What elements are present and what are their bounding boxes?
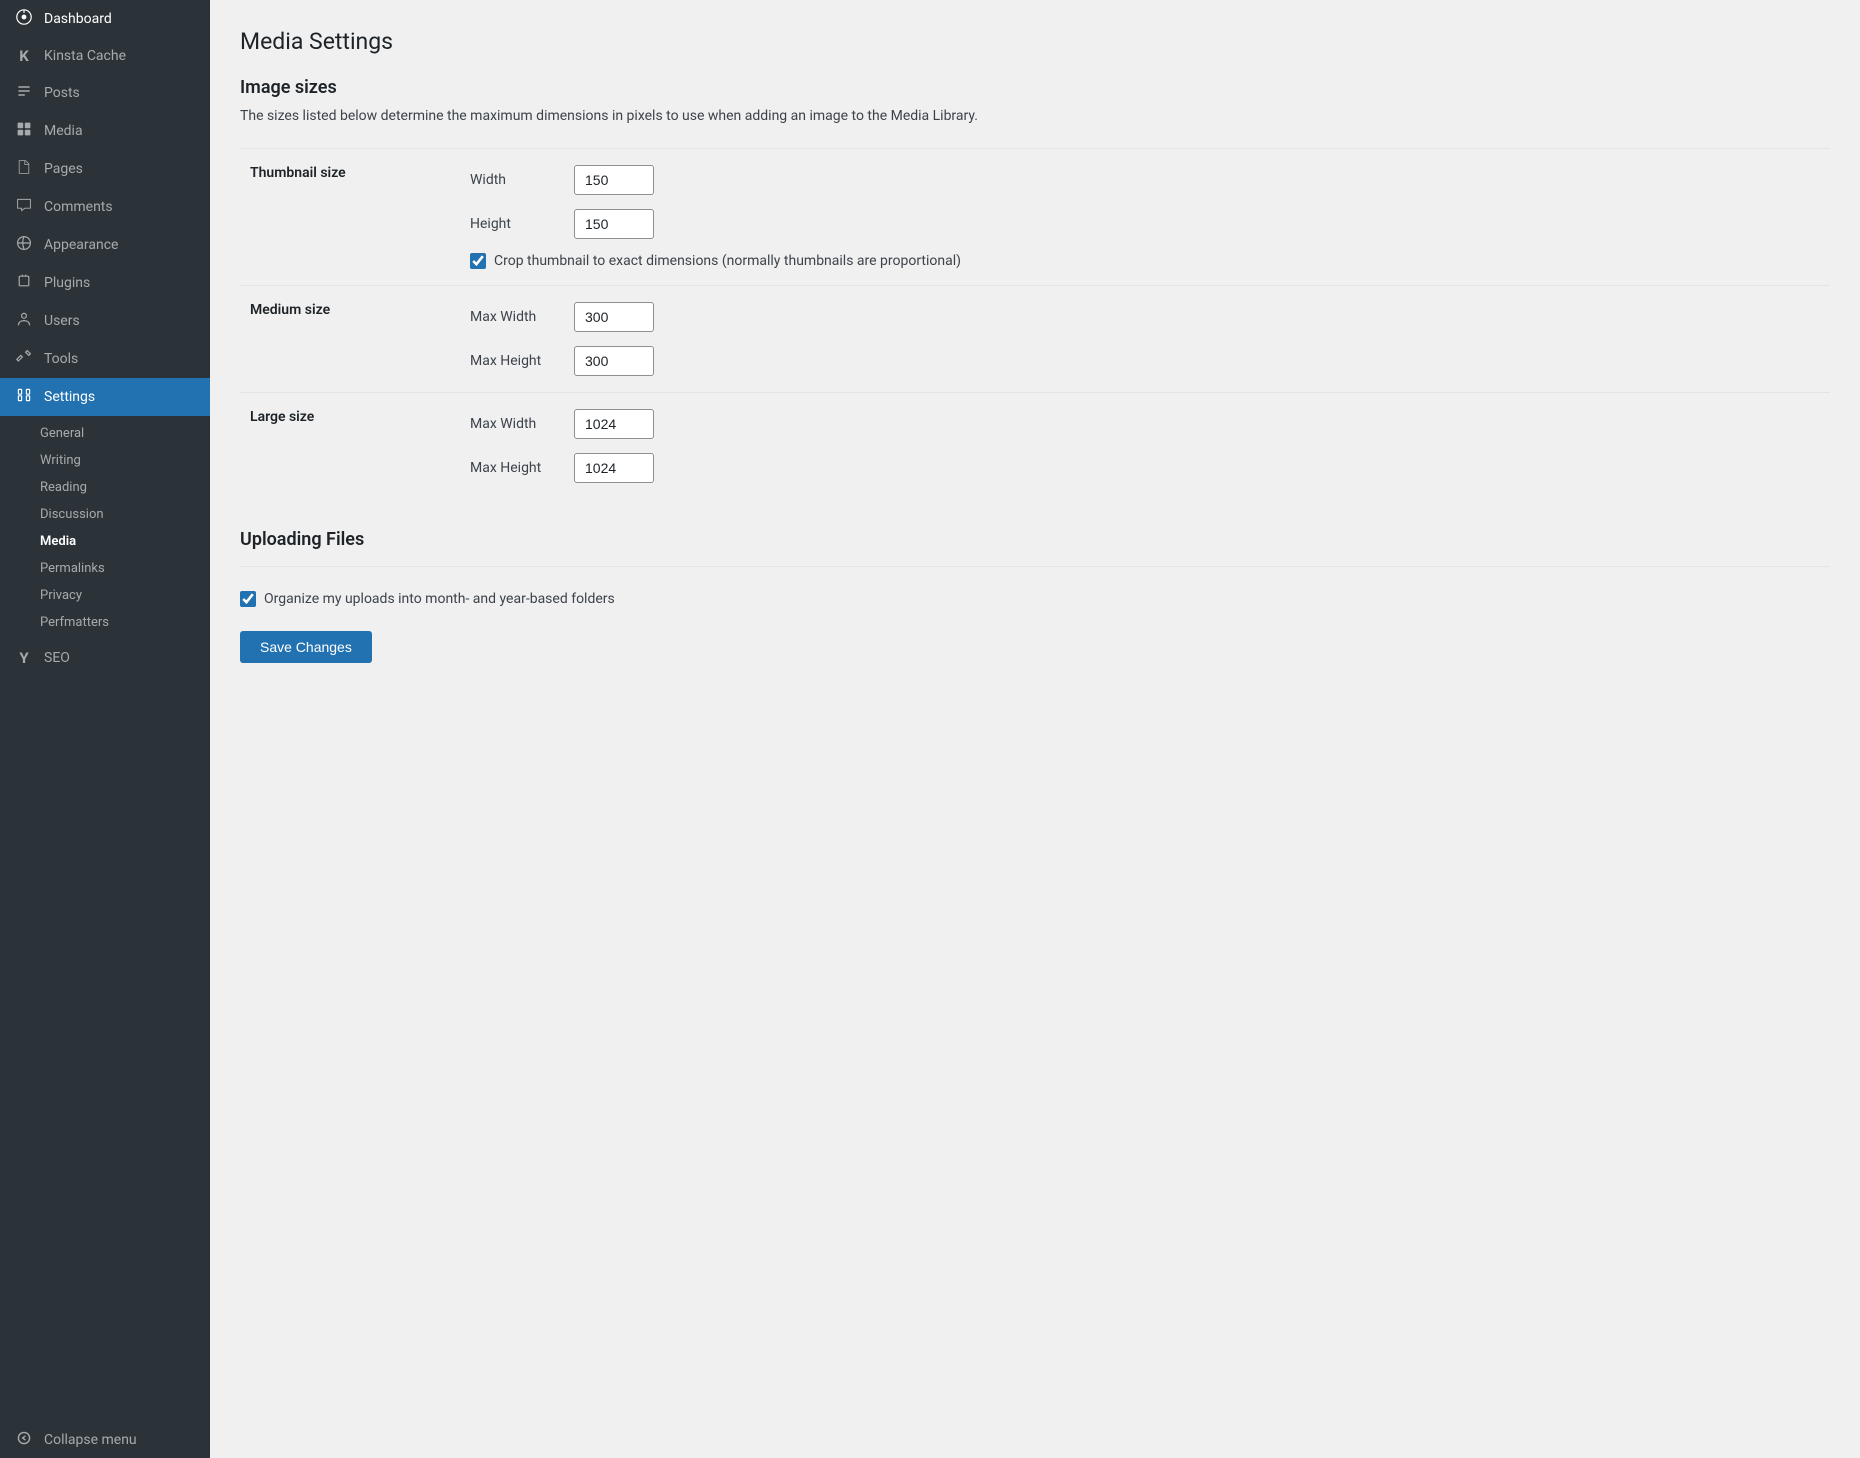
sidebar-item-settings-label: Settings <box>44 389 95 405</box>
sidebar-item-media-label: Media <box>44 123 83 139</box>
sidebar-bottom: Collapse menu <box>0 1421 210 1458</box>
sidebar-item-pages-label: Pages <box>44 161 83 177</box>
comments-icon <box>14 197 34 217</box>
large-height-input[interactable] <box>574 453 654 483</box>
large-max-width-label: Max Width <box>470 416 560 432</box>
sidebar-item-appearance-label: Appearance <box>44 237 118 253</box>
medium-width-input[interactable] <box>574 302 654 332</box>
sidebar-item-users-label: Users <box>44 313 80 329</box>
posts-icon <box>14 83 34 103</box>
medium-max-width-label: Max Width <box>470 309 560 325</box>
submenu-permalinks[interactable]: Permalinks <box>0 555 210 582</box>
thumbnail-width-label: Width <box>470 172 560 188</box>
medium-field-content: Max Width Max Height <box>470 302 1820 376</box>
sidebar-item-plugins[interactable]: Plugins <box>0 264 210 302</box>
submenu-writing[interactable]: Writing <box>0 447 210 474</box>
medium-label: Medium size <box>240 286 460 393</box>
sidebar-item-seo-label: SEO <box>44 650 70 666</box>
submenu-reading[interactable]: Reading <box>0 474 210 501</box>
save-changes-button[interactable]: Save Changes <box>240 631 372 663</box>
media-nav-icon <box>14 121 34 141</box>
collapse-menu-label: Collapse menu <box>44 1432 137 1448</box>
dashboard-icon <box>14 9 34 29</box>
sidebar-item-dashboard-label: Dashboard <box>44 11 112 27</box>
submenu-privacy[interactable]: Privacy <box>0 582 210 609</box>
image-sizes-desc: The sizes listed below determine the max… <box>240 108 1830 124</box>
settings-submenu: General Writing Reading Discussion Media… <box>0 416 210 640</box>
large-label: Large size <box>240 393 460 500</box>
sidebar-item-appearance[interactable]: Appearance <box>0 226 210 264</box>
large-height-row: Max Height <box>470 453 1820 483</box>
submenu-perfmatters[interactable]: Perfmatters <box>0 609 210 636</box>
sidebar-item-media-nav[interactable]: Media <box>0 112 210 150</box>
thumbnail-width-input[interactable] <box>574 165 654 195</box>
sidebar-item-dashboard[interactable]: Dashboard <box>0 0 210 38</box>
large-row: Large size Max Width Max Height <box>240 393 1830 500</box>
thumbnail-fields: Width Height Crop thumbnail to exact dim… <box>460 149 1830 286</box>
large-width-input[interactable] <box>574 409 654 439</box>
sidebar-item-seo[interactable]: Y SEO <box>0 640 210 676</box>
sidebar-item-plugins-label: Plugins <box>44 275 90 291</box>
kinsta-icon: K <box>14 47 34 65</box>
sidebar: Dashboard K Kinsta Cache Posts Media Pag… <box>0 0 210 1458</box>
sidebar-item-posts[interactable]: Posts <box>0 74 210 112</box>
pages-icon <box>14 159 34 179</box>
thumbnail-label: Thumbnail size <box>240 149 460 286</box>
sidebar-item-comments[interactable]: Comments <box>0 188 210 226</box>
sidebar-item-comments-label: Comments <box>44 199 113 215</box>
medium-height-row: Max Height <box>470 346 1820 376</box>
submenu-media[interactable]: Media <box>0 528 210 555</box>
crop-checkbox-row: Crop thumbnail to exact dimensions (norm… <box>470 253 1820 269</box>
thumbnail-height-input[interactable] <box>574 209 654 239</box>
thumbnail-width-row: Width <box>470 165 1820 195</box>
users-icon <box>14 311 34 331</box>
sidebar-item-tools[interactable]: Tools <box>0 340 210 378</box>
sidebar-item-tools-label: Tools <box>44 351 78 367</box>
appearance-icon <box>14 235 34 255</box>
uploading-files-title: Uploading Files <box>240 529 1830 550</box>
thumbnail-row: Thumbnail size Width Height Crop thumbna… <box>240 149 1830 286</box>
settings-nav-row: Settings <box>0 378 210 416</box>
plugins-icon <box>14 273 34 293</box>
sidebar-item-kinsta-label: Kinsta Cache <box>44 48 126 64</box>
page-title: Media Settings <box>240 28 1830 55</box>
sidebar-item-posts-label: Posts <box>44 85 80 101</box>
medium-row: Medium size Max Width Max Height <box>240 286 1830 393</box>
sidebar-item-kinsta-cache[interactable]: K Kinsta Cache <box>0 38 210 74</box>
seo-icon: Y <box>14 649 34 667</box>
tools-icon <box>14 349 34 369</box>
collapse-menu-button[interactable]: Collapse menu <box>0 1421 210 1458</box>
thumbnail-height-label: Height <box>470 216 560 232</box>
large-field-content: Max Width Max Height <box>470 409 1820 483</box>
crop-thumbnail-label: Crop thumbnail to exact dimensions (norm… <box>494 253 961 269</box>
organize-uploads-row: Organize my uploads into month- and year… <box>240 591 1830 607</box>
submenu-general[interactable]: General <box>0 420 210 447</box>
collapse-icon <box>14 1430 34 1449</box>
sidebar-item-users[interactable]: Users <box>0 302 210 340</box>
sidebar-item-settings[interactable]: Settings <box>0 378 210 416</box>
large-max-height-label: Max Height <box>470 460 560 476</box>
medium-fields: Max Width Max Height <box>460 286 1830 393</box>
image-sizes-title: Image sizes <box>240 77 1830 98</box>
organize-uploads-label: Organize my uploads into month- and year… <box>264 591 615 607</box>
large-width-row: Max Width <box>470 409 1820 439</box>
section-divider <box>240 566 1830 567</box>
sidebar-item-pages[interactable]: Pages <box>0 150 210 188</box>
thumbnail-field-content: Width Height Crop thumbnail to exact dim… <box>470 165 1820 269</box>
main-content: Media Settings Image sizes The sizes lis… <box>210 0 1860 1458</box>
organize-uploads-checkbox[interactable] <box>240 591 256 607</box>
settings-arrow <box>202 389 210 405</box>
medium-width-row: Max Width <box>470 302 1820 332</box>
medium-height-input[interactable] <box>574 346 654 376</box>
thumbnail-height-row: Height <box>470 209 1820 239</box>
uploading-files-section: Uploading Files Organize my uploads into… <box>240 529 1830 663</box>
large-fields: Max Width Max Height <box>460 393 1830 500</box>
settings-icon <box>14 387 34 407</box>
image-sizes-table: Thumbnail size Width Height Crop thumbna… <box>240 148 1830 499</box>
submenu-discussion[interactable]: Discussion <box>0 501 210 528</box>
medium-max-height-label: Max Height <box>470 353 560 369</box>
crop-thumbnail-checkbox[interactable] <box>470 253 486 269</box>
